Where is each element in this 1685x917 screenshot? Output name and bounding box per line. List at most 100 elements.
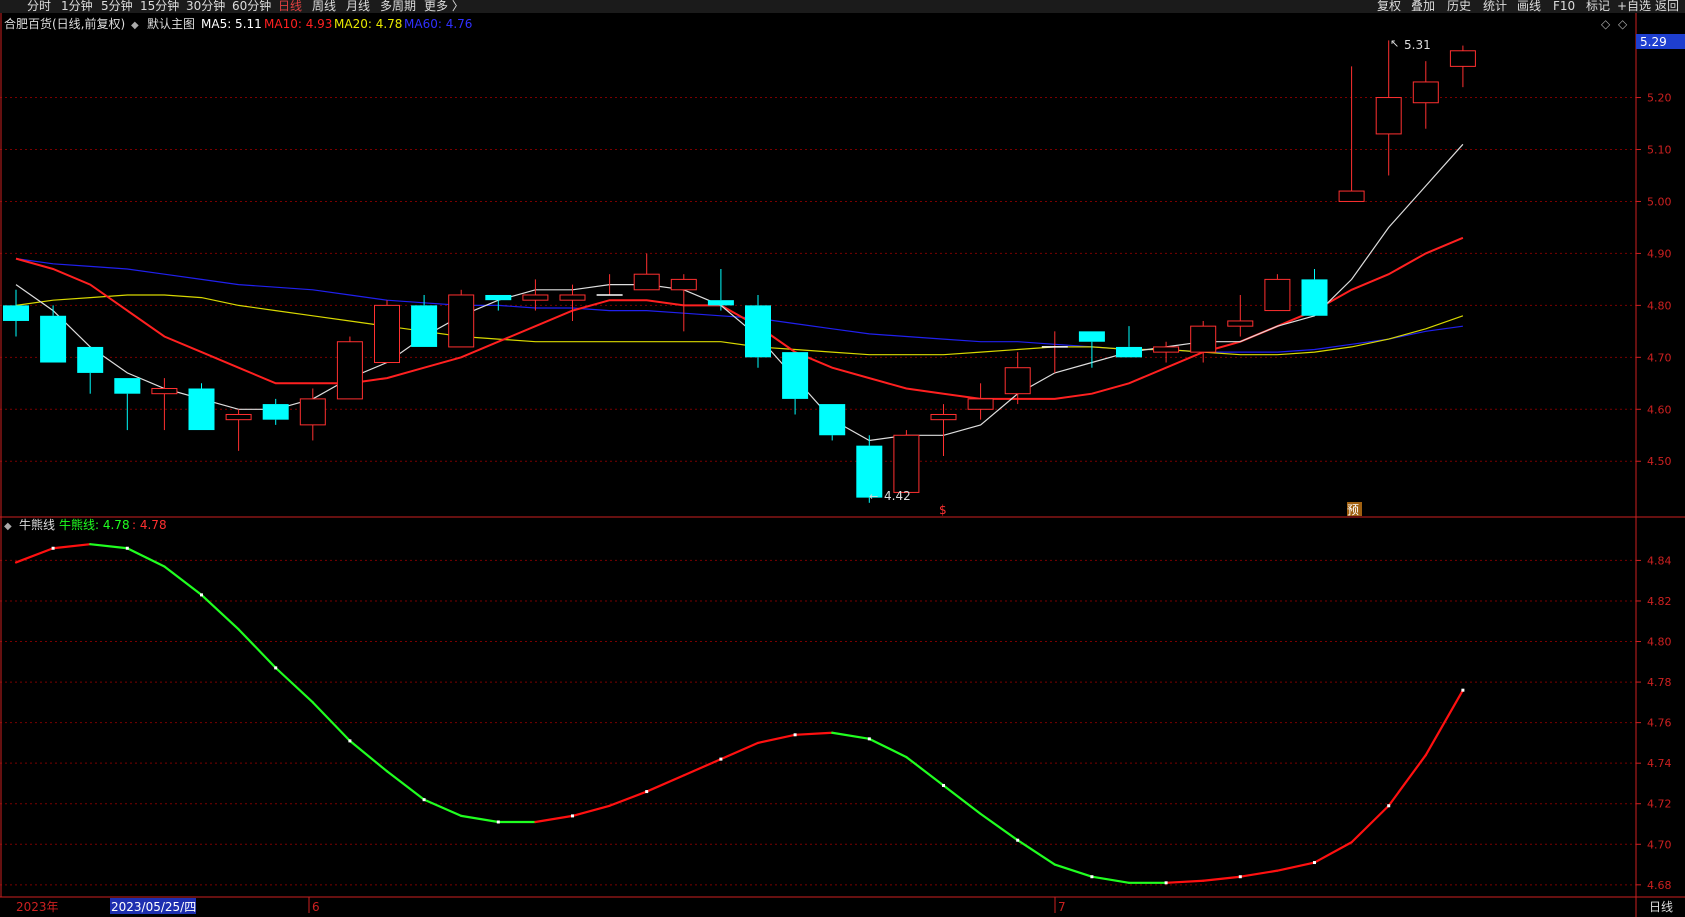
candle[interactable]: [893, 430, 920, 493]
chevron-down-icon[interactable]: ◆: [131, 20, 139, 31]
candle-body-up: [1264, 278, 1291, 312]
bull-bear-point: [867, 737, 871, 741]
candle-body-up: [448, 294, 475, 348]
candle-body-down: [411, 305, 438, 347]
candle-body-down: [485, 294, 512, 301]
main-y-tick: 5.20: [1647, 92, 1672, 105]
candle[interactable]: [819, 404, 846, 441]
sub-y-tick: 4.78: [1647, 676, 1672, 689]
candle[interactable]: [448, 289, 475, 348]
price-tag: 5.29: [1640, 35, 1667, 49]
candle-body-down: [40, 315, 67, 363]
candle-body-up: [633, 273, 660, 291]
candle-body-down: [782, 352, 809, 399]
candle-body-down: [262, 404, 289, 420]
bull-bear-point: [1164, 881, 1168, 885]
bull-bear-point: [496, 820, 500, 824]
sub-y-tick: 4.68: [1647, 879, 1672, 892]
candle-body-up: [1375, 97, 1402, 135]
candle-body-down: [77, 346, 104, 373]
sub-y-tick: 4.80: [1647, 636, 1672, 649]
candle[interactable]: [374, 300, 400, 364]
candle-body-up: [336, 341, 363, 400]
sub-y-tick: 4.72: [1647, 798, 1672, 811]
sub-y-tick: 4.70: [1647, 838, 1672, 851]
sub-y-tick: 4.74: [1647, 757, 1672, 770]
candle-body-down: [819, 404, 846, 436]
low-label: 4.42: [884, 489, 911, 503]
ma5-label: MA5: 5.11: [201, 17, 262, 31]
candle[interactable]: [745, 294, 771, 368]
bull-bear-point: [1387, 804, 1391, 808]
close-icon[interactable]: ◇: [1618, 17, 1628, 31]
bull-bear-point: [51, 546, 55, 550]
candle-body-down: [188, 388, 215, 431]
bull-bear-point: [645, 790, 649, 794]
candle-body-down: [3, 305, 29, 321]
candle-body-up: [559, 294, 586, 301]
ma20-label: MA20: 4.78: [334, 17, 402, 31]
bull-bear-point: [1238, 875, 1242, 879]
main-y-tick: 5.00: [1647, 195, 1672, 208]
high-arrow-icon: ↖: [1390, 37, 1399, 50]
candle-body-up: [225, 413, 252, 421]
diamond-icon[interactable]: ◇: [1601, 17, 1611, 31]
candle[interactable]: [1264, 274, 1291, 312]
sub-y-tick: 4.84: [1647, 554, 1672, 567]
bull-bear-point: [571, 814, 574, 818]
footer-year: 2023年: [16, 900, 59, 914]
ma60-label: MA60: 4.76: [404, 17, 472, 31]
candle-body-up: [893, 434, 920, 493]
month-label-7: 7: [1058, 900, 1066, 914]
candle-body-down: [745, 305, 771, 358]
candle-body-down: [1078, 331, 1105, 342]
period-label[interactable]: 日线: [1649, 900, 1673, 914]
high-label: 5.31: [1404, 38, 1431, 52]
month-label-6: 6: [312, 900, 320, 914]
bull-bear-point: [125, 546, 129, 550]
candle-body-up: [1449, 50, 1476, 67]
candle-body-down: [1301, 279, 1328, 316]
bull-bear-point: [422, 798, 426, 802]
candle[interactable]: [188, 383, 215, 431]
candle-body-up: [522, 294, 549, 301]
candle-body-up: [670, 278, 697, 291]
candle-body-up: [1227, 320, 1254, 327]
main-title: 合肥百货(日线,前复权): [4, 16, 125, 31]
bull-bear-point: [200, 593, 203, 597]
marker-forecast[interactable]: 预: [1347, 503, 1359, 517]
candle-body-up: [374, 304, 400, 364]
candle-body-up: [299, 398, 326, 426]
candle-body-up: [1004, 367, 1031, 395]
candle-body-down: [707, 300, 734, 306]
sub-collapse-icon[interactable]: ◆: [4, 521, 12, 532]
bull-bear-point: [1313, 861, 1316, 865]
bull-bear-point: [793, 733, 797, 737]
main-y-tick: 4.90: [1647, 247, 1672, 260]
candle-body-up: [1338, 190, 1365, 202]
bull-bear-point: [1461, 688, 1465, 692]
main-y-tick: 4.80: [1647, 299, 1672, 312]
chart-canvas: 4.50 4.60 4.70 4.80 4.90 5.00 5.10 5.20 4.68 4.7…: [0, 13, 1685, 917]
bull-bear-point: [942, 783, 945, 787]
sub-value2-label: : 4.78: [132, 518, 167, 532]
bull-bear-point: [1016, 838, 1020, 842]
candle-body-up: [967, 398, 994, 410]
bull-bear-point: [1090, 875, 1094, 879]
candle-body-up: [151, 388, 178, 395]
sub-value-label: 牛熊线: 4.78: [59, 517, 130, 532]
main-y-tick: 5.10: [1647, 144, 1672, 157]
marker-dollar[interactable]: $: [939, 503, 947, 517]
template-label[interactable]: 默认主图: [147, 16, 195, 31]
candle-body-down: [1116, 346, 1142, 358]
main-y-tick: 4.60: [1647, 403, 1672, 416]
main-y-tick: 4.50: [1647, 455, 1672, 468]
candle[interactable]: [336, 336, 363, 400]
sub-y-tick: 4.82: [1647, 595, 1672, 608]
low-arrow-icon: ←: [869, 490, 878, 503]
bull-bear-point: [719, 757, 723, 761]
candle-body-up: [1190, 325, 1217, 353]
sub-title: 牛熊线: [19, 517, 55, 532]
candle-body-up: [930, 413, 957, 421]
bull-bear-point: [274, 666, 278, 670]
